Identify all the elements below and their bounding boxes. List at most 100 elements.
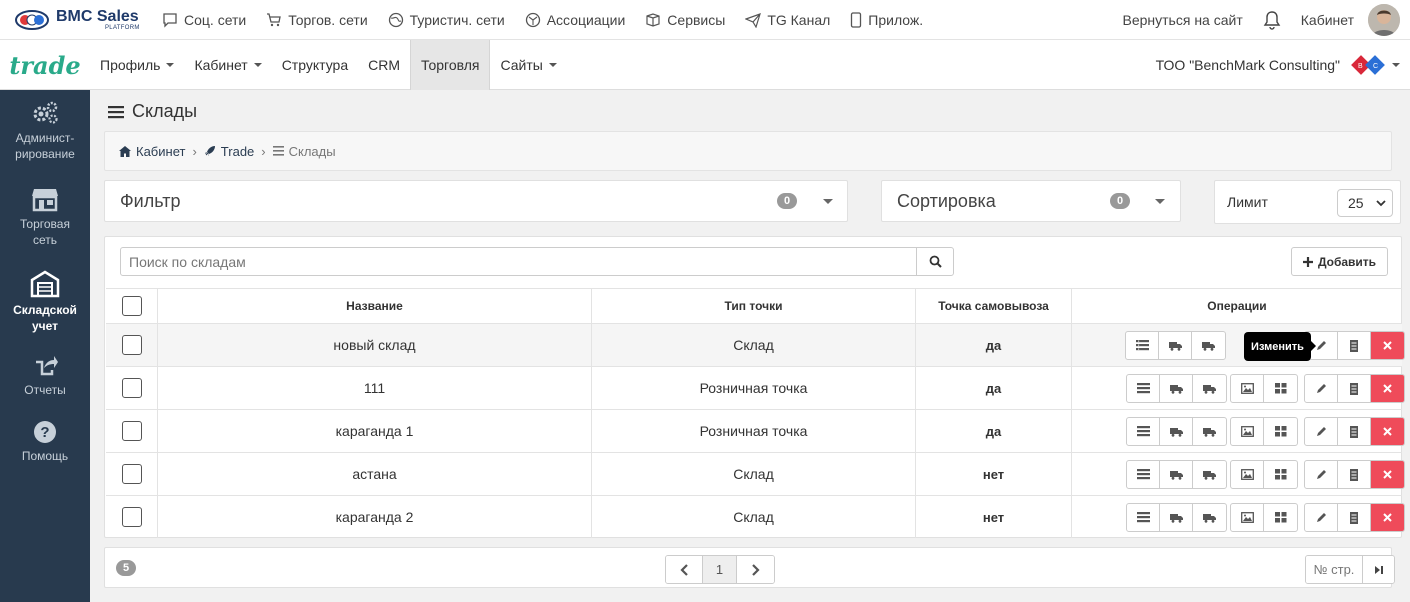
sort-panel[interactable]: Сортировка 0	[881, 180, 1181, 222]
company-menu[interactable]: ТОО "BenchMark Consulting" BC	[1156, 40, 1400, 90]
sidebar-item-trade-network[interactable]: Торговая сеть	[0, 186, 90, 248]
table-row[interactable]: караганда 2 Склад нет	[106, 495, 1405, 538]
select-all-checkbox[interactable]	[121, 296, 142, 316]
avatar[interactable]	[1368, 4, 1400, 36]
nav-cabinet[interactable]: Кабинет	[184, 40, 271, 90]
outgoing-button[interactable]	[1193, 418, 1226, 445]
current-page[interactable]: 1	[703, 556, 737, 583]
photos-button[interactable]	[1231, 375, 1264, 402]
edit-button[interactable]	[1305, 461, 1338, 488]
incoming-button[interactable]	[1160, 461, 1193, 488]
sidebar-item-help[interactable]: ? Помощь	[0, 420, 90, 464]
back-to-site-link[interactable]: Вернуться на сайт	[1123, 12, 1243, 28]
edit-button[interactable]	[1305, 504, 1338, 531]
prev-page-button[interactable]	[666, 556, 703, 583]
media-buttons	[1230, 460, 1298, 489]
topnav-associations[interactable]: Ассоциации	[525, 12, 625, 28]
add-button[interactable]: Добавить	[1291, 247, 1388, 276]
go-to-page-button[interactable]	[1363, 556, 1394, 583]
details-button[interactable]	[1338, 375, 1371, 402]
outgoing-button[interactable]	[1193, 461, 1226, 488]
details-button[interactable]	[1338, 504, 1371, 531]
row-checkbox[interactable]	[121, 378, 142, 398]
row-checkbox[interactable]	[121, 335, 142, 355]
search-input[interactable]: Поиск по складам	[120, 247, 917, 276]
outgoing-button[interactable]	[1193, 375, 1226, 402]
incoming-button[interactable]	[1159, 332, 1192, 359]
topnav-services[interactable]: Сервисы	[645, 12, 725, 28]
column-header[interactable]: Точка самовывоза	[916, 289, 1072, 323]
svg-text:?: ?	[40, 424, 49, 441]
delete-button[interactable]	[1371, 418, 1404, 445]
table-row[interactable]: 111 Розничная точка да	[106, 366, 1405, 409]
incoming-button[interactable]	[1160, 504, 1193, 531]
row-checkbox[interactable]	[121, 507, 142, 527]
chevron-down-icon[interactable]	[823, 199, 833, 204]
details-button[interactable]	[1338, 418, 1371, 445]
table-row[interactable]: новый склад Склад да Изменить	[106, 323, 1405, 366]
sidebar-item-label: Складской учет	[13, 303, 77, 333]
point-type: Розничная точка	[592, 367, 916, 409]
sidebar-item-reports[interactable]: Отчеты	[0, 354, 90, 398]
delete-button[interactable]	[1371, 332, 1404, 359]
delete-button[interactable]	[1371, 461, 1404, 488]
next-page-button[interactable]	[737, 556, 774, 583]
stock-list-button[interactable]	[1126, 332, 1159, 359]
delete-button[interactable]	[1371, 375, 1404, 402]
edit-button[interactable]	[1305, 375, 1338, 402]
edit-button[interactable]	[1305, 418, 1338, 445]
chevron-down-icon[interactable]	[1155, 199, 1165, 204]
grid-button[interactable]	[1264, 504, 1297, 531]
topnav-trade[interactable]: Торгов. сети	[266, 12, 368, 28]
nav-sites[interactable]: Сайты	[490, 40, 566, 90]
edit-buttons	[1304, 460, 1405, 489]
page-number-input[interactable]: № стр.	[1306, 556, 1363, 583]
incoming-button[interactable]	[1160, 418, 1193, 445]
delete-button[interactable]	[1371, 504, 1404, 531]
stock-list-button[interactable]	[1127, 418, 1160, 445]
filter-panel[interactable]: Фильтр 0	[104, 180, 848, 222]
photos-button[interactable]	[1231, 418, 1264, 445]
outgoing-button[interactable]	[1193, 504, 1226, 531]
warehouse-icon	[0, 270, 90, 298]
sidebar-item-warehouse[interactable]: Складской учет	[0, 270, 90, 334]
column-header[interactable]: Тип точки	[592, 289, 916, 323]
nav-label: CRM	[368, 57, 400, 73]
nav-trade[interactable]: Торговля	[410, 40, 491, 90]
outgoing-button[interactable]	[1192, 332, 1225, 359]
search-button[interactable]	[916, 247, 954, 276]
limit-select[interactable]: 25	[1337, 189, 1393, 217]
topnav-telegram[interactable]: TG Канал	[745, 12, 830, 28]
breadcrumb-cabinet[interactable]: Кабинет	[119, 144, 185, 159]
nav-crm[interactable]: CRM	[358, 40, 410, 90]
topnav-tourism[interactable]: Туристич. сети	[388, 12, 505, 28]
trade-logo[interactable]: trade	[0, 40, 90, 90]
photos-button[interactable]	[1231, 461, 1264, 488]
column-header[interactable]: Название	[158, 289, 592, 323]
row-checkbox[interactable]	[121, 464, 142, 484]
details-button[interactable]	[1338, 461, 1371, 488]
details-button[interactable]	[1338, 332, 1371, 359]
brand[interactable]: BMC Sales PLATFORM	[14, 8, 162, 31]
sidebar-item-administration[interactable]: Админист-рирование	[0, 100, 90, 162]
table-row[interactable]: караганда 1 Розничная точка да	[106, 409, 1405, 452]
warehouse-name: новый склад	[158, 324, 592, 366]
incoming-button[interactable]	[1160, 375, 1193, 402]
table-row[interactable]: астана Склад нет	[106, 452, 1405, 495]
grid-button[interactable]	[1264, 461, 1297, 488]
photos-button[interactable]	[1231, 504, 1264, 531]
nav-structure[interactable]: Структура	[272, 40, 358, 90]
stock-list-button[interactable]	[1127, 375, 1160, 402]
grid-button[interactable]	[1264, 375, 1297, 402]
topnav-label: Туристич. сети	[409, 11, 505, 28]
stock-list-button[interactable]	[1127, 504, 1160, 531]
nav-profile[interactable]: Профиль	[90, 40, 184, 90]
topnav-social[interactable]: Соц. сети	[162, 12, 246, 28]
bell-icon[interactable]	[1263, 10, 1281, 30]
breadcrumb-trade[interactable]: Trade	[204, 144, 254, 159]
grid-button[interactable]	[1264, 418, 1297, 445]
topnav-apps[interactable]: Прилож.	[850, 12, 923, 28]
cabinet-link[interactable]: Кабинет	[1301, 12, 1354, 28]
stock-list-button[interactable]	[1127, 461, 1160, 488]
row-checkbox[interactable]	[121, 421, 142, 441]
